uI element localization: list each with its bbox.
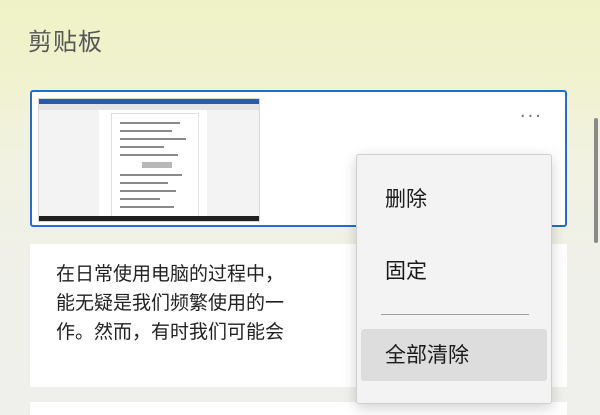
thumbnail-text-line [120, 206, 174, 208]
thumbnail-left-pane [39, 110, 99, 221]
context-menu: 删除 固定 全部清除 [356, 154, 552, 404]
thumbnail-right-pane [207, 110, 259, 221]
thumbnail-text-line [120, 146, 164, 148]
menu-item-clear-all[interactable]: 全部清除 [361, 329, 547, 381]
menu-separator [381, 314, 529, 315]
thumbnail-text-line [120, 122, 180, 124]
thumbnail-text-line [120, 130, 172, 132]
more-options-button[interactable]: ··· [520, 108, 543, 126]
thumbnail-text-line [120, 138, 186, 140]
thumbnail-taskbar [39, 216, 259, 221]
clipboard-panel-title: 剪贴板 [28, 28, 103, 56]
thumbnail-image-block [142, 162, 172, 168]
thumbnail-text-line [120, 182, 168, 184]
screenshot-thumbnail [38, 98, 260, 222]
menu-item-pin[interactable]: 固定 [361, 245, 547, 297]
scrollbar-thumb[interactable] [594, 118, 598, 243]
thumbnail-document-page [111, 113, 199, 221]
thumbnail-text-line [120, 154, 178, 156]
thumbnail-text-line [120, 198, 160, 200]
thumbnail-text-line [120, 190, 176, 192]
thumbnail-text-line [120, 174, 182, 176]
menu-item-delete[interactable]: 删除 [361, 173, 547, 225]
